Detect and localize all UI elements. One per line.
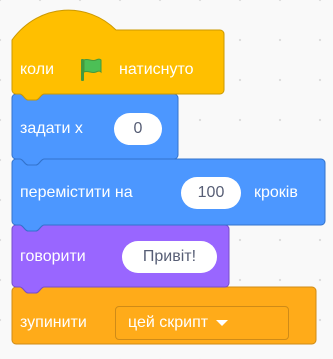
green-flag-icon: [81, 58, 102, 81]
hat-suffix-label: натиснуто: [119, 61, 194, 78]
stop-label: зупинити: [20, 314, 87, 331]
set-x-label: задати x: [20, 120, 83, 137]
stop-option-dropdown[interactable]: цей скрипт: [115, 306, 289, 340]
move-suffix-label: кроків: [254, 184, 298, 201]
say-label: говорити: [20, 248, 86, 265]
move-label: перемістити на: [20, 184, 133, 201]
say-message-input[interactable]: Привіт!: [122, 241, 217, 273]
hat-prefix-label: коли: [20, 61, 54, 78]
scratch-workspace: { "script": { "hat": {"prefix": "коли", …: [0, 0, 333, 359]
move-steps-input[interactable]: 100: [181, 177, 241, 209]
hat-block-shape[interactable]: [11, 9, 225, 101]
set-x-value-input[interactable]: 0: [114, 113, 162, 145]
stop-option-label: цей скрипт: [128, 314, 209, 331]
dropdown-arrow-icon: [216, 320, 229, 326]
